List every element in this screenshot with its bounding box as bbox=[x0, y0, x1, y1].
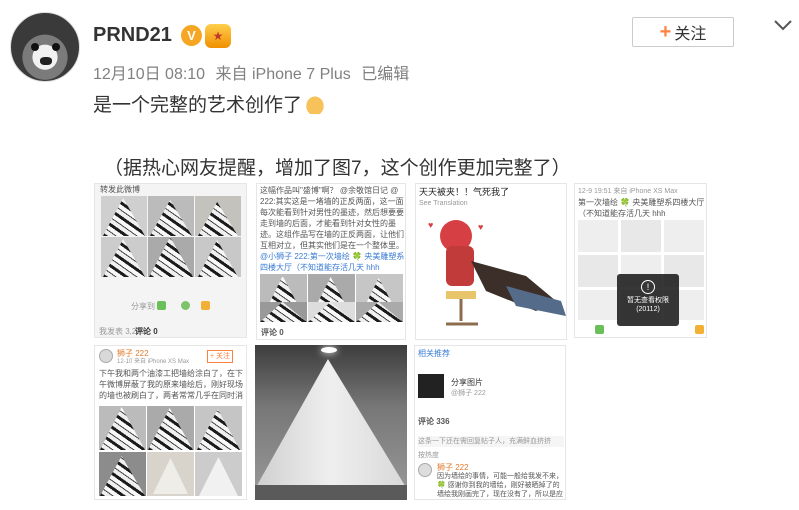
follow-button[interactable]: + 关注 bbox=[632, 17, 734, 47]
pray-hands-icon bbox=[304, 94, 327, 114]
image7-sort[interactable]: 按热度 bbox=[418, 450, 439, 461]
image2-top-text: 这幅作品叫"盛博"啊？ @余敬馆日记 @小狮子 bbox=[260, 186, 399, 195]
image2-photo bbox=[260, 302, 307, 322]
image1-photo bbox=[195, 196, 241, 236]
verified-badge-icon: V bbox=[181, 25, 202, 46]
moments-icon[interactable] bbox=[181, 301, 190, 310]
post-text-line2: （据热心网友提醒，增加了图7，这个创作更加完整了） bbox=[104, 158, 571, 179]
image1-photo bbox=[101, 237, 147, 277]
qzone-icon[interactable] bbox=[201, 301, 210, 310]
image7-top-tag: 相关推荐 bbox=[418, 349, 450, 358]
avatar-eye bbox=[31, 43, 39, 51]
image7-comment: 因为墙绘的事情，可能一般给我发不来，🍀 感谢你到我的墙绘，刚好被晒掉了的墙绘我刚… bbox=[437, 473, 563, 498]
post-timestamp[interactable]: 12月10日 08:10 bbox=[93, 66, 205, 83]
plus-icon: + bbox=[659, 20, 672, 43]
image5-photo bbox=[99, 406, 146, 450]
image5-date: 12-10 来自 iPhone XS Max bbox=[117, 359, 190, 365]
image1-comments: 评论 0 bbox=[135, 327, 158, 336]
image5-photo bbox=[147, 406, 194, 450]
image7-card-sub: @狮子 222 bbox=[451, 390, 486, 397]
qzone-icon[interactable] bbox=[695, 325, 704, 334]
image1-photo bbox=[148, 196, 194, 236]
wechat-icon[interactable] bbox=[157, 301, 166, 310]
avatar-eye bbox=[52, 43, 60, 51]
share-to-label: 分享到 bbox=[131, 302, 155, 311]
image2-photo bbox=[356, 302, 403, 322]
image5-follow-button[interactable]: + 关注 bbox=[207, 350, 234, 363]
post-image-2[interactable]: 这幅作品叫"盛博"啊？ @余敬馆日记 @小狮子 222:其实这是一堵墙的正反两面… bbox=[256, 183, 406, 340]
ceiling-light bbox=[321, 347, 337, 353]
no-permission-popup: ! 暂无查看权限 (20112) bbox=[617, 274, 679, 326]
image7-card-thumb bbox=[418, 374, 444, 398]
image4-body: 第一次墙绘 🍀 央美雕塑系四楼大厅（不知道能存活几天 hhh bbox=[578, 198, 705, 218]
image5-photo bbox=[195, 406, 242, 450]
post-text: 是一个完整的艺术创作了 bbox=[93, 95, 303, 116]
chevron-down-icon[interactable] bbox=[772, 14, 794, 36]
post-image-4[interactable]: 12-9 19:51 来自 iPhone XS Max 第一次墙绘 🍀 央美雕塑… bbox=[574, 183, 707, 338]
image2-body-text: 222:其实这是一堵墙的正反两面，这一面每次能看到针对男性的墨迹，然后想要要走到… bbox=[260, 197, 404, 250]
image1-photo bbox=[148, 237, 194, 277]
avatar-nose bbox=[40, 57, 52, 65]
cartoon-illustration: ♥ ♥ bbox=[416, 206, 566, 339]
image5-avatar bbox=[99, 349, 113, 363]
image4-date: 12-9 19:51 来自 iPhone XS Max bbox=[578, 188, 678, 195]
image3-caption: 天天被夹！！气死我了 bbox=[419, 187, 510, 197]
post-meta: 12月10日 08:10 来自 iPhone 7 Plus 已编辑 bbox=[93, 60, 415, 84]
wechat-icon[interactable] bbox=[595, 325, 604, 334]
svg-text:♥: ♥ bbox=[478, 222, 483, 232]
image5-photo bbox=[195, 452, 242, 496]
image5-photo bbox=[99, 452, 146, 496]
image1-photo bbox=[195, 237, 241, 277]
image5-photo bbox=[147, 452, 194, 496]
svg-text:♥: ♥ bbox=[428, 220, 433, 230]
post-image-3[interactable]: 天天被夹！！气死我了 See Translation ♥ ♥ bbox=[415, 183, 567, 340]
image1-top-text: 转发此微博 bbox=[100, 185, 140, 194]
avatar[interactable] bbox=[10, 12, 80, 82]
popup-title: 暂无查看权限 bbox=[627, 297, 669, 304]
post-image-7[interactable]: 相关推荐 分享图片 @狮子 222 评论 336 这条一下还在需回复帖子人，充满… bbox=[414, 345, 566, 500]
image5-body: 下午我和两个油漆工把墙给涂白了，在下午微博屏蔽了我的原来墙绘后，刚好现场的墙也被… bbox=[99, 369, 243, 400]
medal-icon: ★ bbox=[205, 24, 231, 48]
image7-commenter-avatar bbox=[418, 463, 432, 477]
image2-photo bbox=[308, 302, 355, 322]
post-image-1[interactable]: 转发此微博 分享到 我发表 3,271 评论 0 bbox=[94, 183, 247, 338]
post-source: 来自 iPhone 7 Plus bbox=[215, 66, 351, 83]
floor bbox=[255, 485, 407, 500]
image2-quote-text: @小狮子 222:第一次墙绘 🍀 央美雕塑系四楼大厅（不知道能存活几天 hhh bbox=[260, 252, 405, 272]
image7-card-title: 分享图片 bbox=[451, 378, 483, 387]
image7-reply-box[interactable]: 这条一下还在需回复帖子人，充满鲜血挤挤 bbox=[418, 436, 564, 447]
popup-code: (20112) bbox=[636, 306, 660, 313]
edited-label[interactable]: 已编辑 bbox=[361, 66, 409, 83]
image7-comments: 评论 336 bbox=[418, 417, 450, 426]
username[interactable]: PRND21 bbox=[93, 24, 172, 47]
alert-icon: ! bbox=[641, 280, 655, 294]
post-image-5[interactable]: 狮子 222 12-10 来自 iPhone XS Max + 关注 下午我和两… bbox=[94, 345, 247, 500]
image2-comments: 评论 0 bbox=[261, 328, 284, 337]
post-image-6[interactable] bbox=[255, 345, 407, 500]
follow-label: 关注 bbox=[674, 26, 707, 43]
image1-photo bbox=[101, 196, 147, 236]
post-text-line1: 是一个完整的艺术创作了 bbox=[93, 90, 327, 117]
